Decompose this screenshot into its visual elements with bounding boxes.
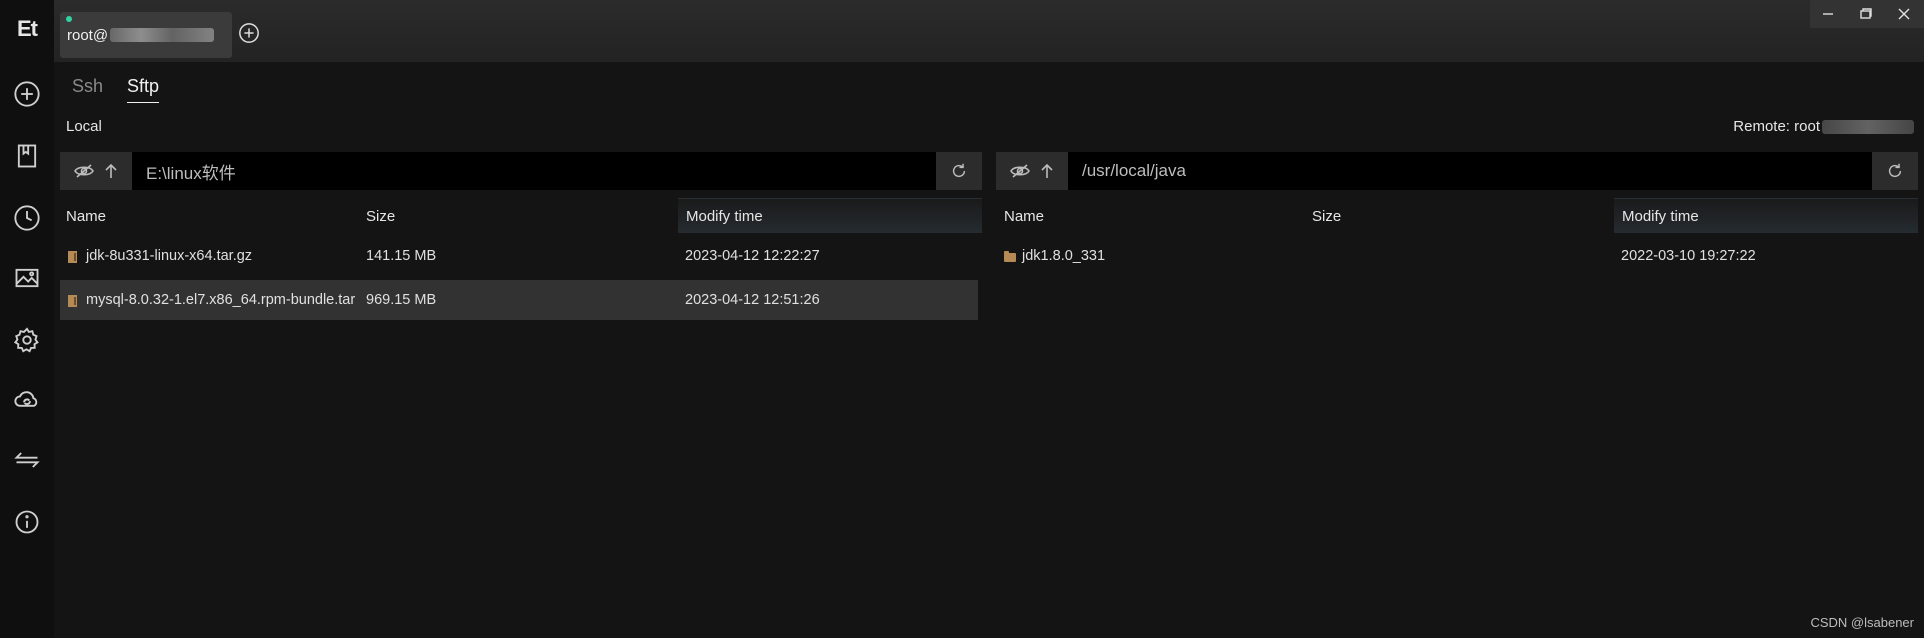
- remote-column-headers: Name Size Modify time: [996, 198, 1918, 233]
- local-column-headers: Name Size Modify time: [60, 198, 982, 233]
- table-row[interactable]: jdk-8u331-linux-x64.tar.gz 141.15 MB 202…: [60, 236, 982, 276]
- file-modified: 2023-04-12 12:22:27: [685, 248, 820, 264]
- remote-path-bar: [996, 152, 1918, 190]
- remote-nav-controls: [996, 152, 1068, 190]
- redacted-remote-host: [1822, 119, 1914, 134]
- archive-file-icon: [68, 251, 77, 263]
- folder-icon: [1004, 251, 1016, 262]
- remote-refresh-icon[interactable]: [1872, 152, 1918, 190]
- local-pane-title: Local: [66, 118, 102, 135]
- top-bar: root@: [54, 0, 1924, 62]
- remote-pane-title: Remote: root: [1733, 118, 1820, 135]
- parent-folder-icon[interactable]: [104, 163, 118, 179]
- col-name-header[interactable]: Name: [1004, 208, 1044, 225]
- minimize-icon[interactable]: [1808, 0, 1848, 28]
- add-icon[interactable]: [11, 78, 43, 110]
- host-tab-label: root@: [67, 26, 109, 44]
- local-refresh-icon[interactable]: [936, 152, 982, 190]
- col-modified-header[interactable]: Modify time: [1622, 208, 1699, 225]
- file-name: jdk-8u331-linux-x64.tar.gz: [86, 248, 253, 264]
- local-pane: Name Size Modify time jdk-8u331-linux-x6…: [60, 152, 982, 320]
- history-icon[interactable]: [11, 202, 43, 234]
- file-name: jdk1.8.0_331: [1022, 248, 1106, 264]
- tab-sftp[interactable]: Sftp: [127, 76, 160, 103]
- local-file-list: jdk-8u331-linux-x64.tar.gz 141.15 MB 202…: [60, 236, 982, 320]
- maximize-icon[interactable]: [1846, 0, 1886, 28]
- add-tab-icon[interactable]: [238, 22, 260, 44]
- local-path-input[interactable]: [132, 152, 936, 190]
- image-icon[interactable]: [11, 262, 43, 294]
- file-name: mysql-8.0.32-1.el7.x86_64.rpm-bundle.tar: [86, 292, 356, 308]
- parent-folder-icon[interactable]: [1040, 163, 1054, 179]
- watermark: CSDN @lsabener: [1810, 615, 1914, 630]
- connection-status-dot: [66, 16, 72, 22]
- remote-path-input[interactable]: [1068, 152, 1872, 190]
- cloud-sync-icon[interactable]: [11, 384, 43, 416]
- close-icon[interactable]: [1884, 0, 1924, 28]
- host-tab[interactable]: root@: [60, 12, 232, 58]
- local-nav-controls: [60, 152, 132, 190]
- session-tabs: Ssh Sftp: [72, 76, 160, 103]
- file-modified: 2023-04-12 12:51:26: [685, 292, 820, 308]
- app-logo: Et: [17, 16, 38, 41]
- archive-file-icon: [68, 295, 77, 307]
- info-icon[interactable]: [11, 506, 43, 538]
- col-size-header[interactable]: Size: [366, 208, 395, 225]
- redacted-host: [110, 28, 215, 42]
- col-size-header[interactable]: Size: [1312, 208, 1341, 225]
- transfer-icon[interactable]: [11, 444, 43, 476]
- file-size: 141.15 MB: [366, 248, 437, 264]
- tab-ssh[interactable]: Ssh: [72, 76, 103, 103]
- remote-pane: Name Size Modify time jdk1.8.0_331 2022-…: [996, 152, 1918, 276]
- hidden-files-toggle-icon[interactable]: [1010, 163, 1030, 179]
- remote-file-list: jdk1.8.0_331 2022-03-10 19:27:22: [996, 236, 1918, 276]
- gear-icon[interactable]: [11, 324, 43, 356]
- bookmark-icon[interactable]: [11, 140, 43, 172]
- hidden-files-toggle-icon[interactable]: [74, 163, 94, 179]
- local-path-bar: [60, 152, 982, 190]
- file-size: 969.15 MB: [366, 292, 437, 308]
- col-modified-header[interactable]: Modify time: [686, 208, 763, 225]
- col-name-header[interactable]: Name: [66, 208, 106, 225]
- table-row[interactable]: mysql-8.0.32-1.el7.x86_64.rpm-bundle.tar…: [60, 280, 978, 320]
- file-modified: 2022-03-10 19:27:22: [1621, 248, 1756, 264]
- remote-pane-title-wrap: Remote: root: [1733, 118, 1914, 135]
- table-row[interactable]: jdk1.8.0_331 2022-03-10 19:27:22: [996, 236, 1918, 276]
